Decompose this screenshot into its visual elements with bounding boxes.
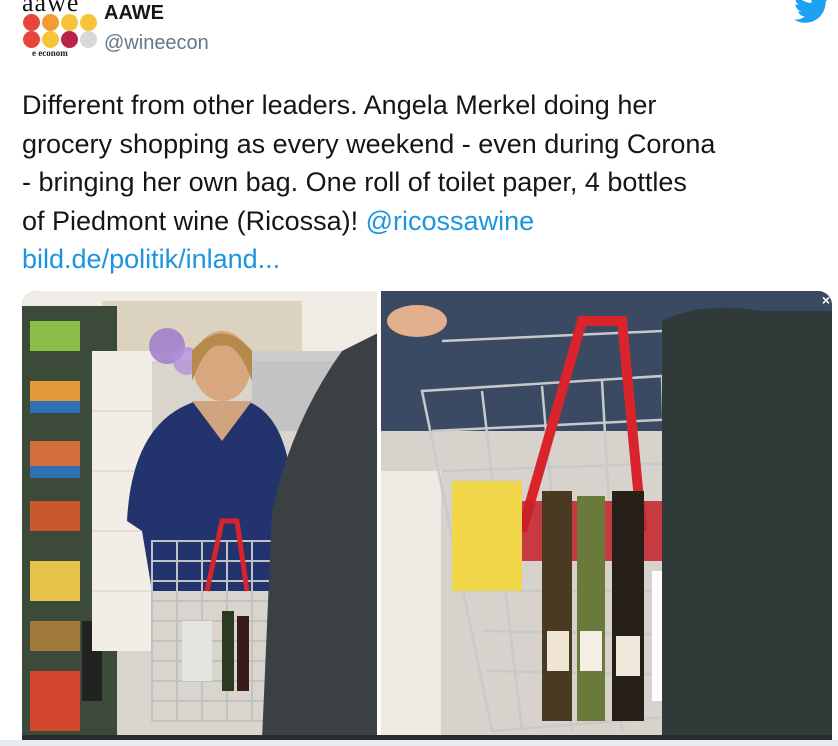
twitter-bird-icon[interactable]	[794, 0, 830, 24]
tweet-line: grocery shopping as every weekend - even…	[22, 128, 716, 159]
photo-collage	[22, 291, 832, 740]
tweet-body: Different from other leaders. Angela Mer…	[22, 86, 830, 279]
hand	[387, 305, 447, 337]
wine-bottle	[612, 491, 644, 721]
collage-divider	[377, 291, 381, 740]
avatar[interactable]: aawe e econom	[22, 0, 98, 60]
wine-bottle	[542, 491, 572, 721]
tweet-line: - bringing her own bag. One roll of toil…	[22, 167, 687, 197]
url-link[interactable]: bild.de/politik/inland...	[22, 240, 830, 279]
tweet-line: Different from other leaders. Angela Mer…	[22, 90, 657, 120]
avatar-logo-subtitle: e econom	[32, 48, 68, 58]
mention-link[interactable]: @ricossawine	[366, 206, 534, 236]
tweet-line: of Piedmont wine (Ricossa)! @ricossawine	[22, 202, 830, 241]
tweet-header: aawe e econom AAWE @wineecon	[0, 0, 838, 70]
tweet-photo[interactable]	[22, 291, 832, 740]
account-name[interactable]: AAWE	[104, 2, 164, 25]
dark-coat	[662, 307, 832, 740]
tweet-line-text: of Piedmont wine (Ricossa)!	[22, 205, 366, 236]
bottom-divider	[0, 740, 838, 746]
wine-bottle	[577, 496, 605, 721]
close-icon[interactable]: ×	[818, 292, 834, 308]
toilet-paper	[452, 481, 522, 591]
account-handle[interactable]: @wineecon	[104, 32, 209, 55]
